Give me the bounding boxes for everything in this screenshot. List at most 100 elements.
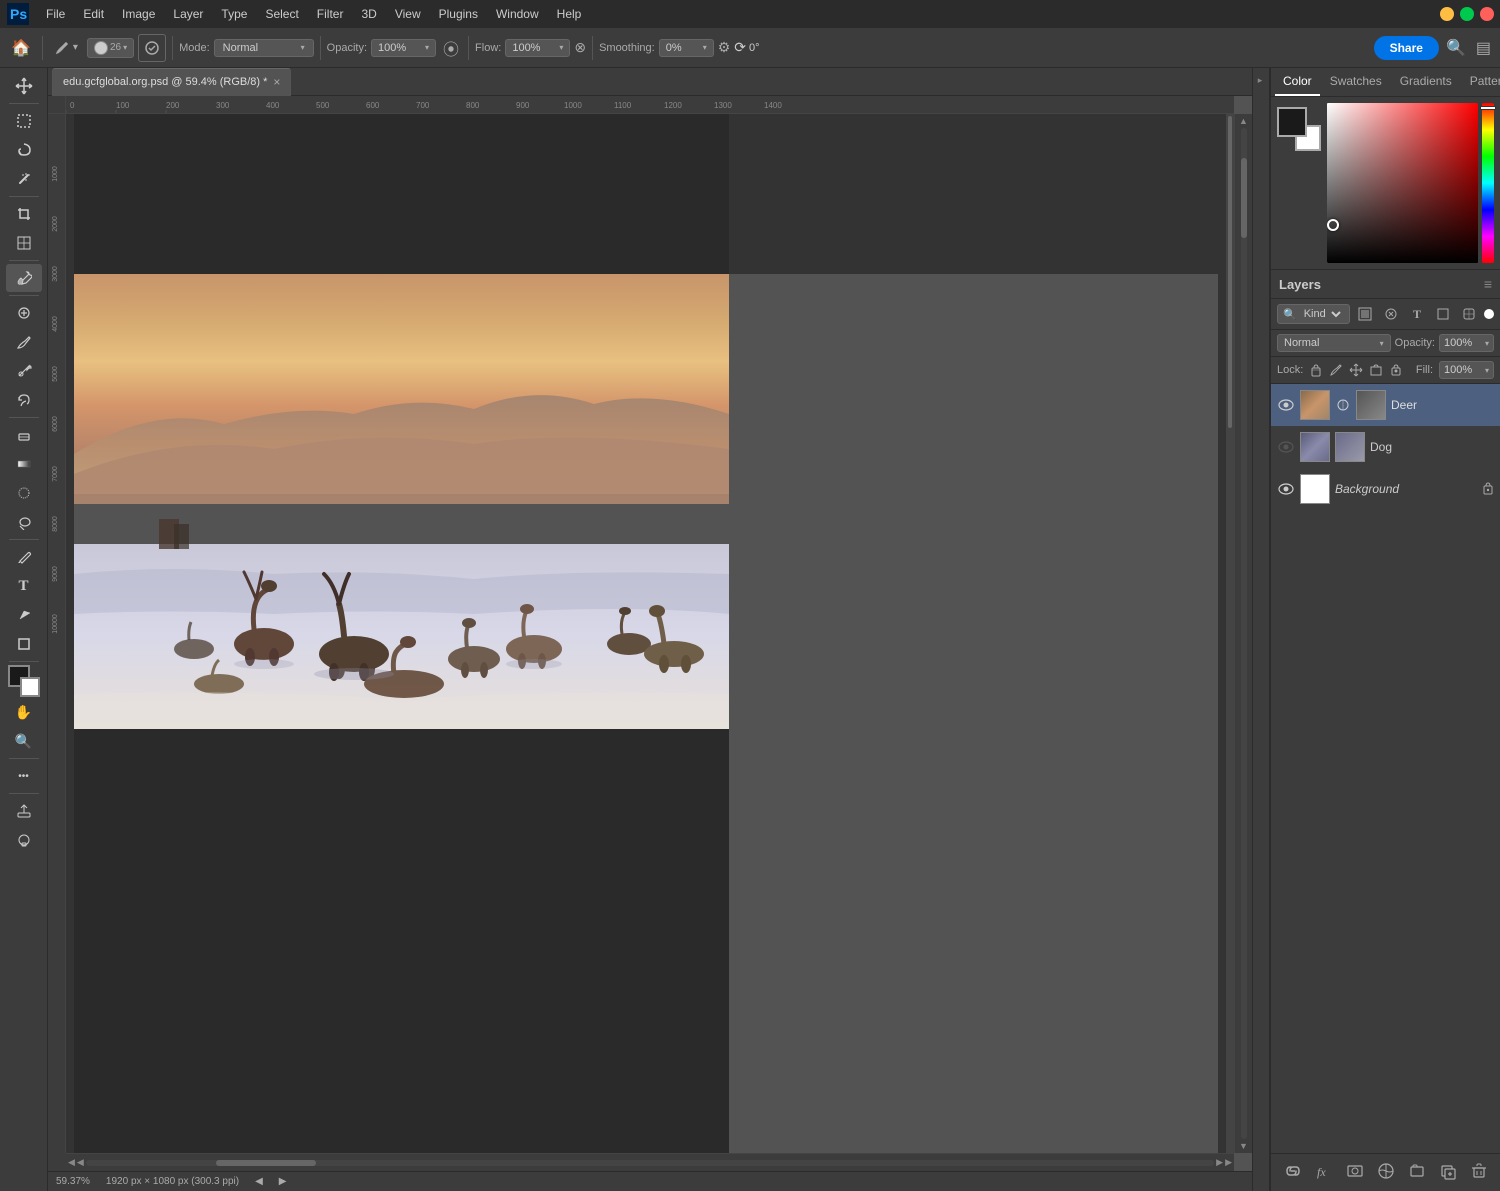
bg-layer-visibility[interactable] [1277,483,1295,495]
color-picker-gradient[interactable] [1327,103,1478,263]
tool-btn-extra2[interactable] [6,826,42,854]
tool-btn-move[interactable] [6,72,42,100]
tool-btn-marquee[interactable] [6,107,42,135]
flow-dropdown[interactable]: 100% ▾ [505,39,570,57]
link-layers-btn[interactable] [1281,1159,1305,1186]
menu-view[interactable]: View [387,5,429,23]
layer-fx-btn[interactable]: fx [1312,1159,1336,1186]
menu-window[interactable]: Window [488,5,547,23]
tool-btn-history-brush[interactable] [6,386,42,414]
tool-btn-dodge[interactable] [6,508,42,536]
filter-pixel-btn[interactable] [1354,303,1376,325]
share-button[interactable]: Share [1374,36,1439,60]
maximize-btn[interactable] [1460,7,1474,21]
filter-toggle-dot[interactable] [1484,309,1494,319]
foreground-swatch[interactable] [1277,107,1307,137]
tab-close-btn[interactable]: × [273,76,280,88]
filter-shape-btn[interactable] [1432,303,1454,325]
lock-pixels-btn[interactable] [1309,363,1323,377]
menu-file[interactable]: File [38,5,73,23]
filter-smart-btn[interactable] [1458,303,1480,325]
tool-btn-crop[interactable] [6,200,42,228]
menu-select[interactable]: Select [257,5,306,23]
panel-collapse-btn[interactable]: ▸ [1252,68,1270,1191]
tool-btn-hand[interactable]: ✋ [6,698,42,726]
filter-kind-select[interactable]: Kind [1300,307,1344,321]
tool-btn-slice[interactable] [6,229,42,257]
minimize-btn[interactable] [1440,7,1454,21]
layer-item-deer[interactable]: Deer [1271,384,1500,426]
fg-bg-swatches-panel[interactable] [1277,107,1321,151]
fg-bg-colors[interactable] [6,665,42,697]
lock-move-btn[interactable] [1349,363,1363,377]
menu-help[interactable]: Help [549,5,590,23]
tool-btn-lasso[interactable] [6,136,42,164]
add-mask-btn[interactable] [1343,1159,1367,1186]
tab-gradients[interactable]: Gradients [1392,68,1460,96]
scroll-down-btn[interactable]: ▼ [1239,1141,1248,1151]
home-btn[interactable]: 🏠 [6,35,36,61]
scroll-left-arrow-btn[interactable]: ◀ [77,1157,84,1168]
delete-layer-btn[interactable] [1467,1159,1491,1186]
navigate-right[interactable]: ▶ [279,1176,287,1187]
tab-swatches[interactable]: Swatches [1322,68,1390,96]
document-tab[interactable]: edu.gcfglobal.org.psd @ 59.4% (RGB/8) * … [52,68,291,96]
smoothing-dropdown[interactable]: 0% ▾ [659,39,714,57]
fill-value-dropdown[interactable]: 100% ▾ [1439,361,1494,379]
flow-icon-btn[interactable]: ⊗ [574,39,586,56]
canvas-content[interactable] [66,114,1234,1153]
opacity-dropdown-layers[interactable]: 100% ▾ [1439,334,1494,352]
adjustment-layer-btn[interactable] [1374,1159,1398,1186]
menu-image[interactable]: Image [114,5,163,23]
tool-btn-clone[interactable] [6,357,42,385]
menu-layer[interactable]: Layer [165,5,211,23]
tool-btn-text[interactable]: T [6,572,42,600]
layer-item-dog[interactable]: Dog [1271,426,1500,468]
filter-type-btn[interactable]: T [1406,303,1428,325]
brush-size-btn[interactable]: 26 ▾ [87,38,134,58]
workspace-btn[interactable]: ▤ [1473,35,1494,61]
angle-btn[interactable]: ⟳ 0° [734,39,759,56]
lock-artboard-btn[interactable] [1369,363,1383,377]
tool-btn-shape[interactable] [6,630,42,658]
menu-filter[interactable]: Filter [309,5,352,23]
horizontal-scrollbar[interactable]: ◀ ◀ ▶ ▶ [66,1153,1234,1171]
opacity-dropdown[interactable]: 100% ▾ [371,39,436,57]
tool-btn-blur[interactable] [6,479,42,507]
tool-btn-eyedropper[interactable] [6,264,42,292]
vertical-scrollbar[interactable]: ▲ ▼ [1234,114,1252,1153]
tab-color[interactable]: Color [1275,68,1320,96]
tool-btn-brush[interactable] [6,328,42,356]
lock-all-btn[interactable] [1389,363,1403,377]
tool-btn-gradient[interactable] [6,450,42,478]
menu-plugins[interactable]: Plugins [431,5,486,23]
tool-btn-pen[interactable] [6,543,42,571]
filter-search-box[interactable]: 🔍 Kind [1277,304,1350,324]
close-btn[interactable] [1480,7,1494,21]
scroll-left-btn[interactable]: ◀ [68,1157,75,1168]
navigate-left[interactable]: ◀ [255,1176,263,1187]
tool-btn-healing[interactable] [6,299,42,327]
mode-dropdown[interactable]: Normal ▾ [214,39,314,57]
tool-btn-extra1[interactable] [6,797,42,825]
new-layer-btn[interactable] [1436,1159,1460,1186]
tool-btn-path-selection[interactable] [6,601,42,629]
scroll-right-arrow-btn[interactable]: ▶ [1216,1157,1223,1168]
airbrush-btn[interactable]: ⦿ [440,33,462,63]
scroll-up-btn[interactable]: ▲ [1239,116,1248,126]
hue-slider[interactable] [1482,103,1494,263]
tool-btn-eraser[interactable] [6,421,42,449]
dog-layer-visibility[interactable] [1277,441,1295,453]
layers-menu-btn[interactable]: ≡ [1484,276,1492,292]
scroll-right-btn[interactable]: ▶ [1225,1157,1232,1168]
menu-type[interactable]: Type [213,5,255,23]
lock-brush-btn[interactable] [1329,363,1343,377]
search-btn[interactable]: 🔍 [1443,35,1469,61]
tool-btn-magic-wand[interactable] [6,165,42,193]
blend-mode-dropdown[interactable]: Normal ▾ [1277,334,1391,352]
layer-item-background[interactable]: Background [1271,468,1500,510]
brush-mode-btn[interactable] [138,34,166,62]
deer-layer-visibility[interactable] [1277,399,1295,411]
tab-patterns[interactable]: Patterns [1462,68,1500,96]
menu-3d[interactable]: 3D [353,5,384,23]
